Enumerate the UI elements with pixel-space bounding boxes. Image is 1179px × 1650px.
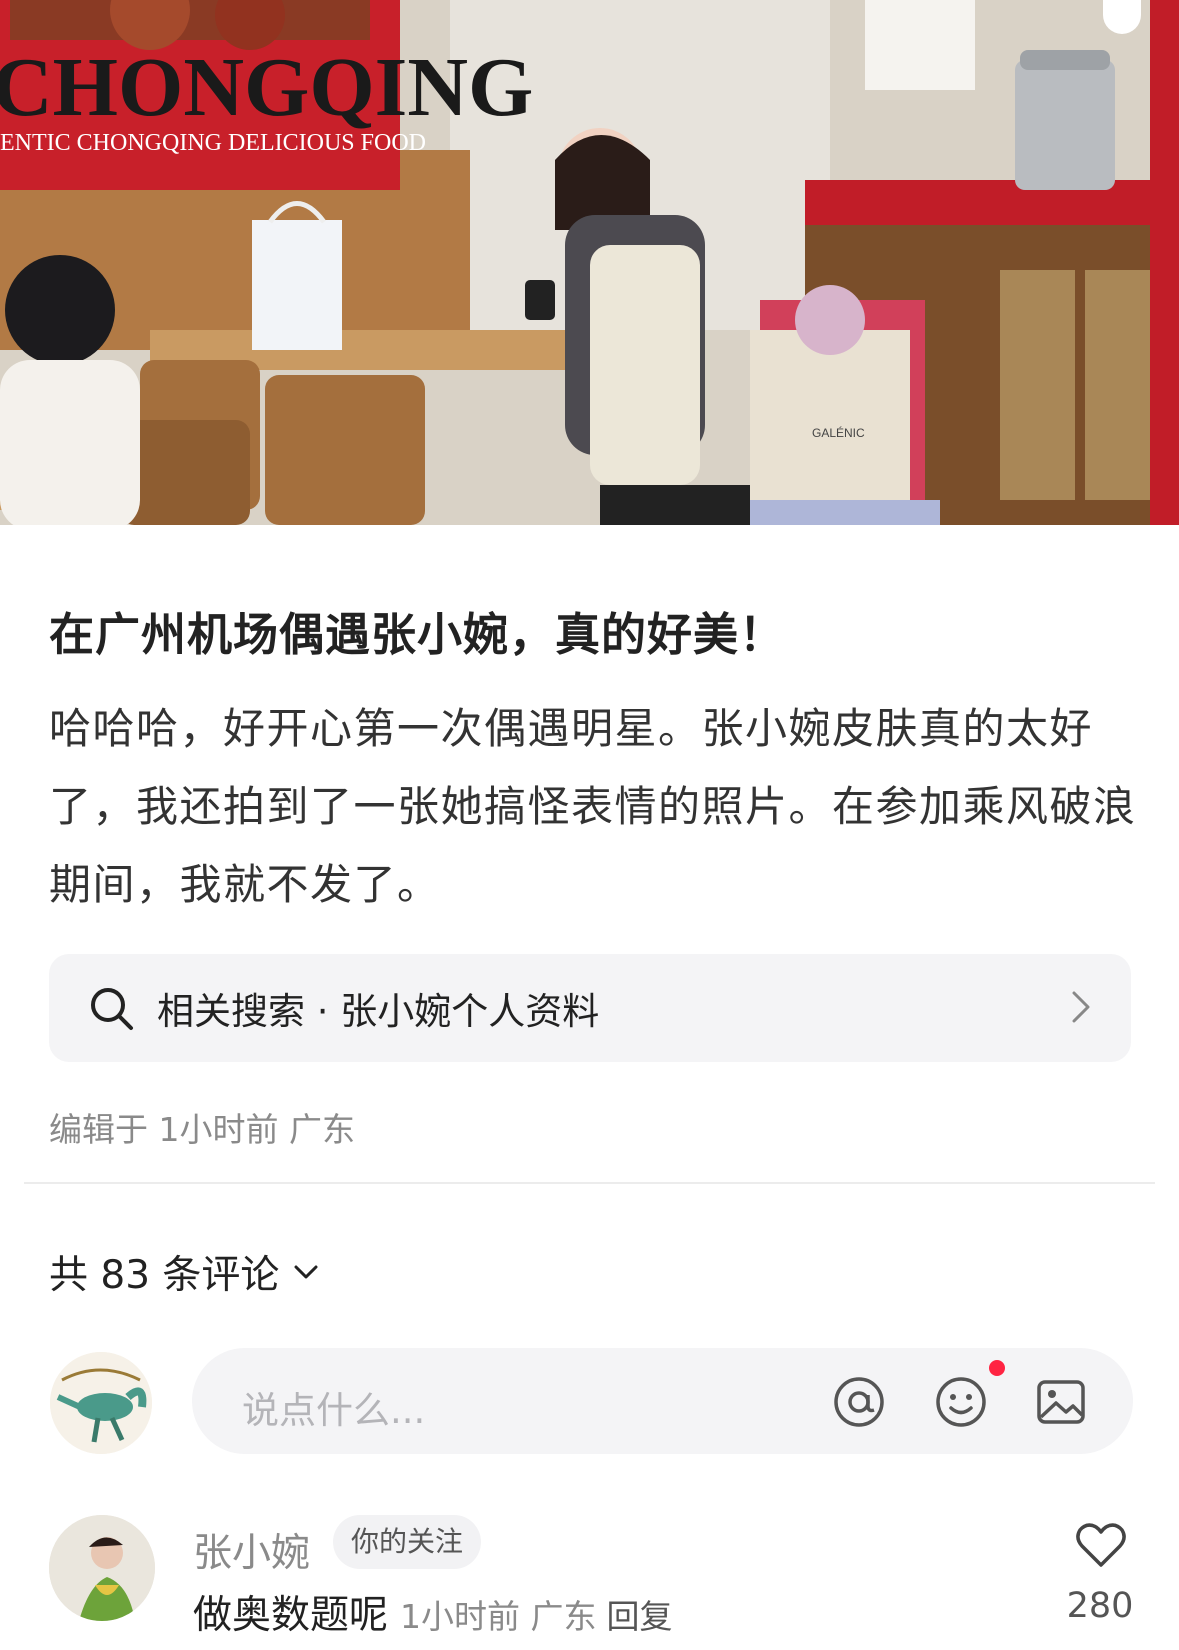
my-avatar[interactable] [50,1352,152,1454]
comment-input-placeholder: 说点什么... [242,1389,426,1432]
notification-dot [989,1360,1005,1376]
comment-body: 做奥数题呢 1小时前 广东 回复 [193,1584,673,1640]
post-title: 在广州机场偶遇张小婉，真的好美！ [49,608,786,661]
related-search-label: 相关搜索 · 张小婉个人资料 [157,990,600,1033]
post-photo[interactable]: CHONGQING ENTIC CHONGQING DELICIOUS FOOD [0,0,1179,525]
edit-meta: 编辑于 1小时前 广东 [49,1110,355,1149]
chevron-down-icon [294,1265,318,1279]
at-icon[interactable] [832,1375,886,1429]
comment-count-toggle[interactable]: 共 83 条评论 [49,1244,319,1300]
image-icon[interactable] [1034,1375,1088,1429]
like-count: 280 [1066,1586,1134,1626]
comment-text: 做奥数题呢 [193,1593,389,1638]
author-avatar-image [49,1515,155,1621]
comment-input[interactable]: 说点什么... [192,1348,1133,1454]
comment-author-avatar[interactable] [49,1515,155,1621]
poster-title: CHONGQING [0,41,533,134]
chevron-right-icon [1072,991,1090,1023]
heart-icon[interactable] [1074,1520,1128,1570]
divider [24,1182,1155,1184]
reply-button[interactable]: 回复 [607,1597,673,1636]
related-search-bar[interactable]: 相关搜索 · 张小婉个人资料 [49,954,1131,1062]
emoji-icon[interactable] [934,1375,988,1429]
photo-illustration: CHONGQING ENTIC CHONGQING DELICIOUS FOOD [0,0,1179,525]
bag-brand: GALÉNIC [812,425,865,440]
comment-meta: 1小时前 广东 [400,1597,597,1636]
post-body: 哈哈哈，好开心第一次偶遇明星。张小婉皮肤真的太好了，我还拍到了一张她搞怪表情的照… [49,704,1137,909]
search-icon [91,988,133,1030]
dinosaur-avatar-image [50,1352,152,1454]
following-badge: 你的关注 [333,1515,482,1569]
comment-count-label: 共 83 条评论 [49,1253,280,1298]
comment-author-name[interactable]: 张小婉 [193,1522,310,1578]
poster-subtitle: ENTIC CHONGQING DELICIOUS FOOD [0,130,426,156]
